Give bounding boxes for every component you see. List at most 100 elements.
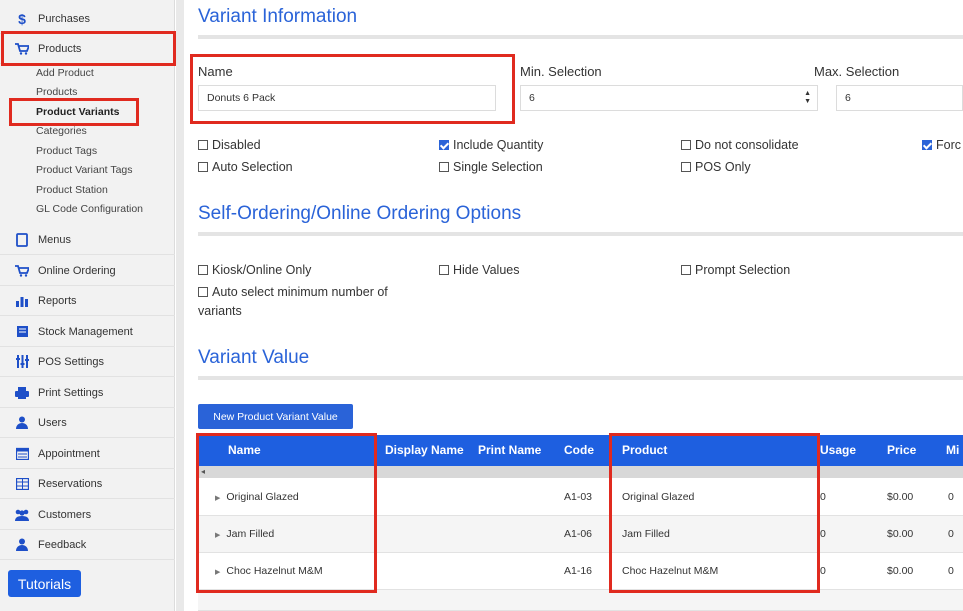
sub-item-gl-code[interactable]: GL Code Configuration (36, 200, 143, 219)
expand-caret-icon[interactable]: ▶ (215, 569, 220, 576)
expand-caret-icon[interactable]: ▶ (215, 495, 220, 502)
checkbox-box[interactable] (198, 162, 208, 172)
checkbox-box[interactable] (198, 140, 208, 150)
checkbox-box[interactable] (439, 162, 449, 172)
sidebar-item-label: Purchases (38, 12, 90, 25)
checkbox-prompt-selection[interactable]: Prompt Selection (681, 263, 790, 277)
checkbox-single-selection[interactable]: Single Selection (439, 160, 543, 174)
sub-item-product-variants[interactable]: Product Variants (36, 103, 119, 122)
sidebar-item-stock[interactable]: Stock Management (0, 317, 175, 347)
expand-caret-icon[interactable]: ▶ (215, 532, 220, 539)
checkbox-box[interactable] (922, 140, 932, 150)
sidebar-item-products[interactable]: Products (0, 34, 175, 64)
sub-item-categories[interactable]: Categories (36, 122, 87, 141)
book-icon (14, 324, 30, 340)
checkbox-label: Include Quantity (453, 138, 544, 152)
sidebar-item-label: Print Settings (38, 386, 104, 399)
checkbox-label: Auto select minimum number of (212, 285, 388, 299)
checkbox-do-not-consolidate[interactable]: Do not consolidate (681, 138, 799, 152)
variant-information-title: Variant Information (198, 6, 358, 27)
column-header-min[interactable]: Mi (946, 435, 959, 466)
row-product: Choc Hazelnut M&M (622, 565, 719, 577)
column-header-code[interactable]: Code (564, 435, 594, 466)
sidebar-item-menus[interactable]: Menus (0, 225, 175, 255)
tablet-icon (14, 232, 30, 248)
column-header-product[interactable]: Product (622, 435, 667, 466)
checkbox-kiosk-online-only[interactable]: Kiosk/Online Only (198, 263, 311, 277)
bar-chart-icon (14, 293, 30, 309)
sub-item-product-tags[interactable]: Product Tags (36, 142, 97, 161)
column-header-display-name[interactable]: Display Name (385, 435, 464, 466)
section-divider (198, 35, 963, 39)
column-header-price[interactable]: Price (887, 435, 916, 466)
stepper-arrows-icon[interactable]: ▲ ▼ (804, 90, 811, 106)
sidebar-item-customers[interactable]: Customers (0, 500, 175, 530)
sidebar-item-reports[interactable]: Reports (0, 286, 175, 316)
checkbox-auto-selection[interactable]: Auto Selection (198, 160, 293, 174)
sliders-icon (14, 354, 30, 370)
name-input[interactable]: Donuts 6 Pack (198, 85, 496, 111)
checkbox-hide-values[interactable]: Hide Values (439, 263, 519, 277)
user-icon (14, 537, 30, 553)
sidebar-scrollbar[interactable] (176, 0, 184, 611)
section-divider (198, 376, 963, 380)
checkbox-force[interactable]: Forc (922, 138, 961, 152)
variant-value-title: Variant Value (198, 347, 310, 368)
checkbox-box[interactable] (681, 162, 691, 172)
sidebar-item-reservations[interactable]: Reservations (0, 469, 175, 499)
row-usage: 0 (820, 491, 826, 503)
section-divider (198, 232, 963, 236)
row-name: Jam Filled (226, 528, 275, 540)
table-row-partial[interactable] (198, 590, 963, 611)
app-root: $ Purchases Products Add Product Product… (0, 0, 963, 611)
column-header-name[interactable]: Name (228, 435, 261, 466)
sub-item-products[interactable]: Products (36, 83, 77, 102)
row-code: A1-16 (564, 565, 593, 577)
sidebar-item-label: Appointment (38, 447, 100, 460)
table-row[interactable]: ▶ Choc Hazelnut M&M A1-16 Choc Hazelnut M… (198, 553, 963, 590)
scroll-left-icon[interactable]: ◂ (201, 466, 205, 478)
sidebar-item-label: POS Settings (38, 355, 105, 368)
row-min: 0 (948, 491, 954, 503)
column-header-usage[interactable]: Usage (820, 435, 856, 466)
sidebar-item-feedback[interactable]: Feedback (0, 530, 175, 560)
column-header-print-name[interactable]: Print Name (478, 435, 541, 466)
checkbox-disabled[interactable]: Disabled (198, 138, 261, 152)
row-name: Choc Hazelnut M&M (226, 565, 323, 577)
checkbox-box[interactable] (439, 140, 449, 150)
sub-item-add-product[interactable]: Add Product (36, 64, 94, 83)
row-name-cell: ▶ Choc Hazelnut M&M (215, 553, 323, 590)
checkbox-box[interactable] (681, 140, 691, 150)
table-horizontal-scrollbar[interactable]: ◂ (198, 466, 963, 478)
sidebar-item-purchases[interactable]: $ Purchases (0, 4, 175, 34)
sidebar-item-label: Online Ordering (38, 264, 116, 277)
checkbox-auto-select-minimum[interactable]: Auto select minimum number of (198, 285, 388, 299)
row-price: $0.00 (887, 565, 914, 577)
row-usage: 0 (820, 528, 826, 540)
sub-item-product-station[interactable]: Product Station (36, 181, 108, 200)
sub-item-product-variant-tags[interactable]: Product Variant Tags (36, 161, 133, 180)
tutorials-button[interactable]: Tutorials (8, 570, 81, 597)
checkbox-box[interactable] (198, 265, 208, 275)
table-row[interactable]: ▶ Original Glazed A1-03 Original Glazed 0… (198, 479, 963, 516)
checkbox-box[interactable] (198, 287, 208, 297)
checkbox-box[interactable] (681, 265, 691, 275)
table-row[interactable]: ▶ Jam Filled A1-06 Jam Filled 0 $0.00 0 (198, 516, 963, 553)
checkbox-include-quantity[interactable]: Include Quantity (439, 138, 543, 152)
sidebar-item-online-ordering[interactable]: Online Ordering (0, 256, 175, 286)
checkbox-box[interactable] (439, 265, 449, 275)
sidebar-item-print-settings[interactable]: Print Settings (0, 378, 175, 408)
checkbox-label: Do not consolidate (695, 138, 799, 152)
max-selection-input[interactable]: 6 (836, 85, 963, 111)
cart-icon (14, 263, 30, 279)
new-variant-value-button[interactable]: New Product Variant Value (198, 404, 353, 429)
sidebar-item-pos-settings[interactable]: POS Settings (0, 347, 175, 377)
sidebar-item-users[interactable]: Users (0, 408, 175, 438)
min-selection-input[interactable]: 6 ▲ ▼ (520, 85, 818, 111)
checkbox-pos-only[interactable]: POS Only (681, 160, 751, 174)
checkbox-label: Kiosk/Online Only (212, 263, 312, 277)
row-code: A1-06 (564, 528, 593, 540)
sidebar-item-appointment[interactable]: Appointment (0, 439, 175, 469)
self-ordering-title: Self-Ordering/Online Ordering Options (198, 203, 522, 224)
checkbox-label: POS Only (695, 160, 751, 174)
